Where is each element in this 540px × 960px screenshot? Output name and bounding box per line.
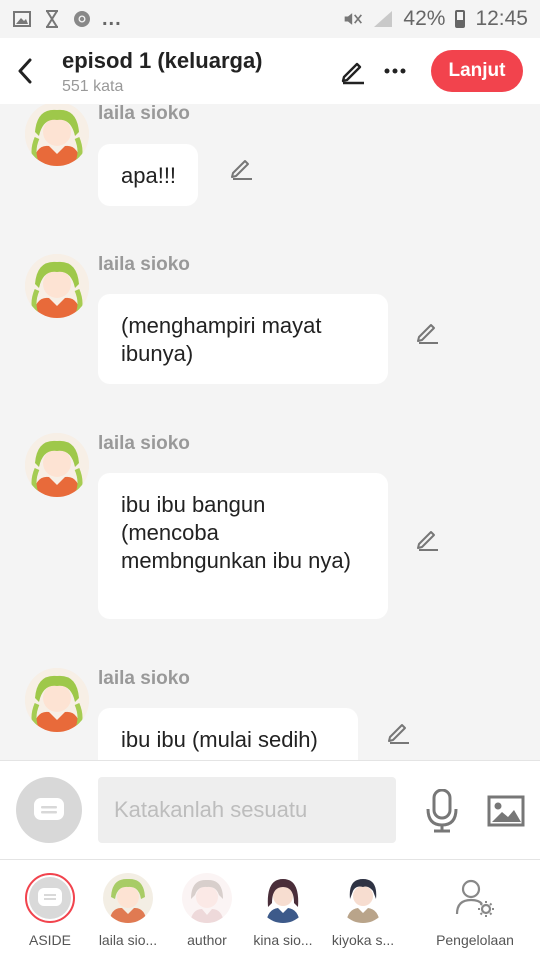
pencil-icon [341,62,364,85]
battery-icon [455,10,466,28]
aside-icon [25,873,75,923]
pencil-icon [417,531,438,551]
message-text: ibu ibu bangun (mencoba membngunkan ibu … [121,492,351,573]
voice-input-button[interactable] [420,787,464,835]
edit-title-button[interactable] [333,51,373,91]
pencil-icon [388,724,409,744]
chat-area[interactable]: laila sioko apa!!! laila sioko (menghamp… [0,104,540,760]
chat-bubble-icon [34,798,64,820]
manage-characters-button[interactable]: Pengelolaan [430,860,520,960]
character-aside[interactable]: ASIDE [15,860,85,960]
avatar-laila [103,873,153,923]
character-kiyoka[interactable]: kiyoka s... [328,860,398,960]
character-label: author [187,932,227,948]
edit-message-button[interactable] [414,525,442,553]
image-button[interactable] [486,791,526,831]
header: episod 1 (keluarga) 551 kata Lanjut [0,38,540,104]
message-text: ibu ibu (mulai sedih) [121,727,318,752]
status-bar: ... 42% 12:45 [0,0,540,38]
sender-name: laila sioko [98,433,190,454]
avatar-kiyoka [338,873,388,923]
microphone-icon [426,789,458,833]
character-label: ASIDE [28,932,71,948]
character-laila[interactable]: laila sio... [93,860,163,960]
status-right: 42% 12:45 [343,7,528,31]
avatar-author [182,873,232,923]
page-title: episod 1 (keluarga) [62,48,263,73]
aside-toggle-button[interactable] [16,777,82,843]
more-options-button[interactable] [375,51,415,91]
back-arrow-icon [18,58,32,84]
edit-message-button[interactable] [414,318,442,346]
next-button[interactable]: Lanjut [431,50,523,92]
avatar[interactable] [25,104,89,166]
message-bubble[interactable]: ibu ibu bangun (mencoba membngunkan ibu … [98,473,388,619]
more-dots-icon [384,68,406,74]
avatar[interactable] [25,433,89,497]
sender-name: laila sioko [98,668,190,689]
user-gear-icon [450,873,500,923]
character-label: Pengelolaan [436,932,514,948]
message-text: (menghampiri mayat ibunya) [121,313,322,366]
message-text: apa!!! [121,163,177,188]
status-left: ... [12,8,122,31]
message-bubble[interactable]: apa!!! [98,144,199,206]
sender-name: laila sioko [98,104,190,124]
character-author[interactable]: author [172,860,242,960]
gallery-icon [12,10,32,28]
avatar[interactable] [25,254,89,318]
avatar[interactable] [25,668,89,732]
avatar-kina [258,873,308,923]
pencil-icon [417,324,438,344]
image-icon [487,795,525,827]
message-bubble[interactable]: (menghampiri mayat ibunya) [98,294,388,384]
mute-vibrate-icon [343,10,363,28]
character-label: kina sio... [253,932,313,948]
back-button[interactable] [0,38,50,104]
hourglass-icon [42,10,62,28]
edit-message-button[interactable] [385,718,413,746]
character-kina[interactable]: kina sio... [248,860,318,960]
message-bubble[interactable]: ibu ibu (mulai sedih) [98,708,358,760]
edit-message-button[interactable] [228,154,256,182]
chrome-icon [72,10,92,28]
word-count: 551 kata [62,78,124,95]
character-label: kiyoka s... [331,932,395,948]
message-input[interactable] [98,777,396,843]
signal-icon [373,10,393,28]
pencil-icon [231,160,252,180]
clock: 12:45 [475,7,528,30]
character-bar: ASIDE laila sio... author kina sio... ki… [0,860,540,960]
title-block: episod 1 (keluarga) 551 kata [50,45,333,97]
character-label: laila sio... [98,932,158,948]
more-notifications: ... [102,7,122,30]
sender-name: laila sioko [98,254,190,275]
battery-percent: 42% [403,7,446,30]
composer [0,760,540,860]
